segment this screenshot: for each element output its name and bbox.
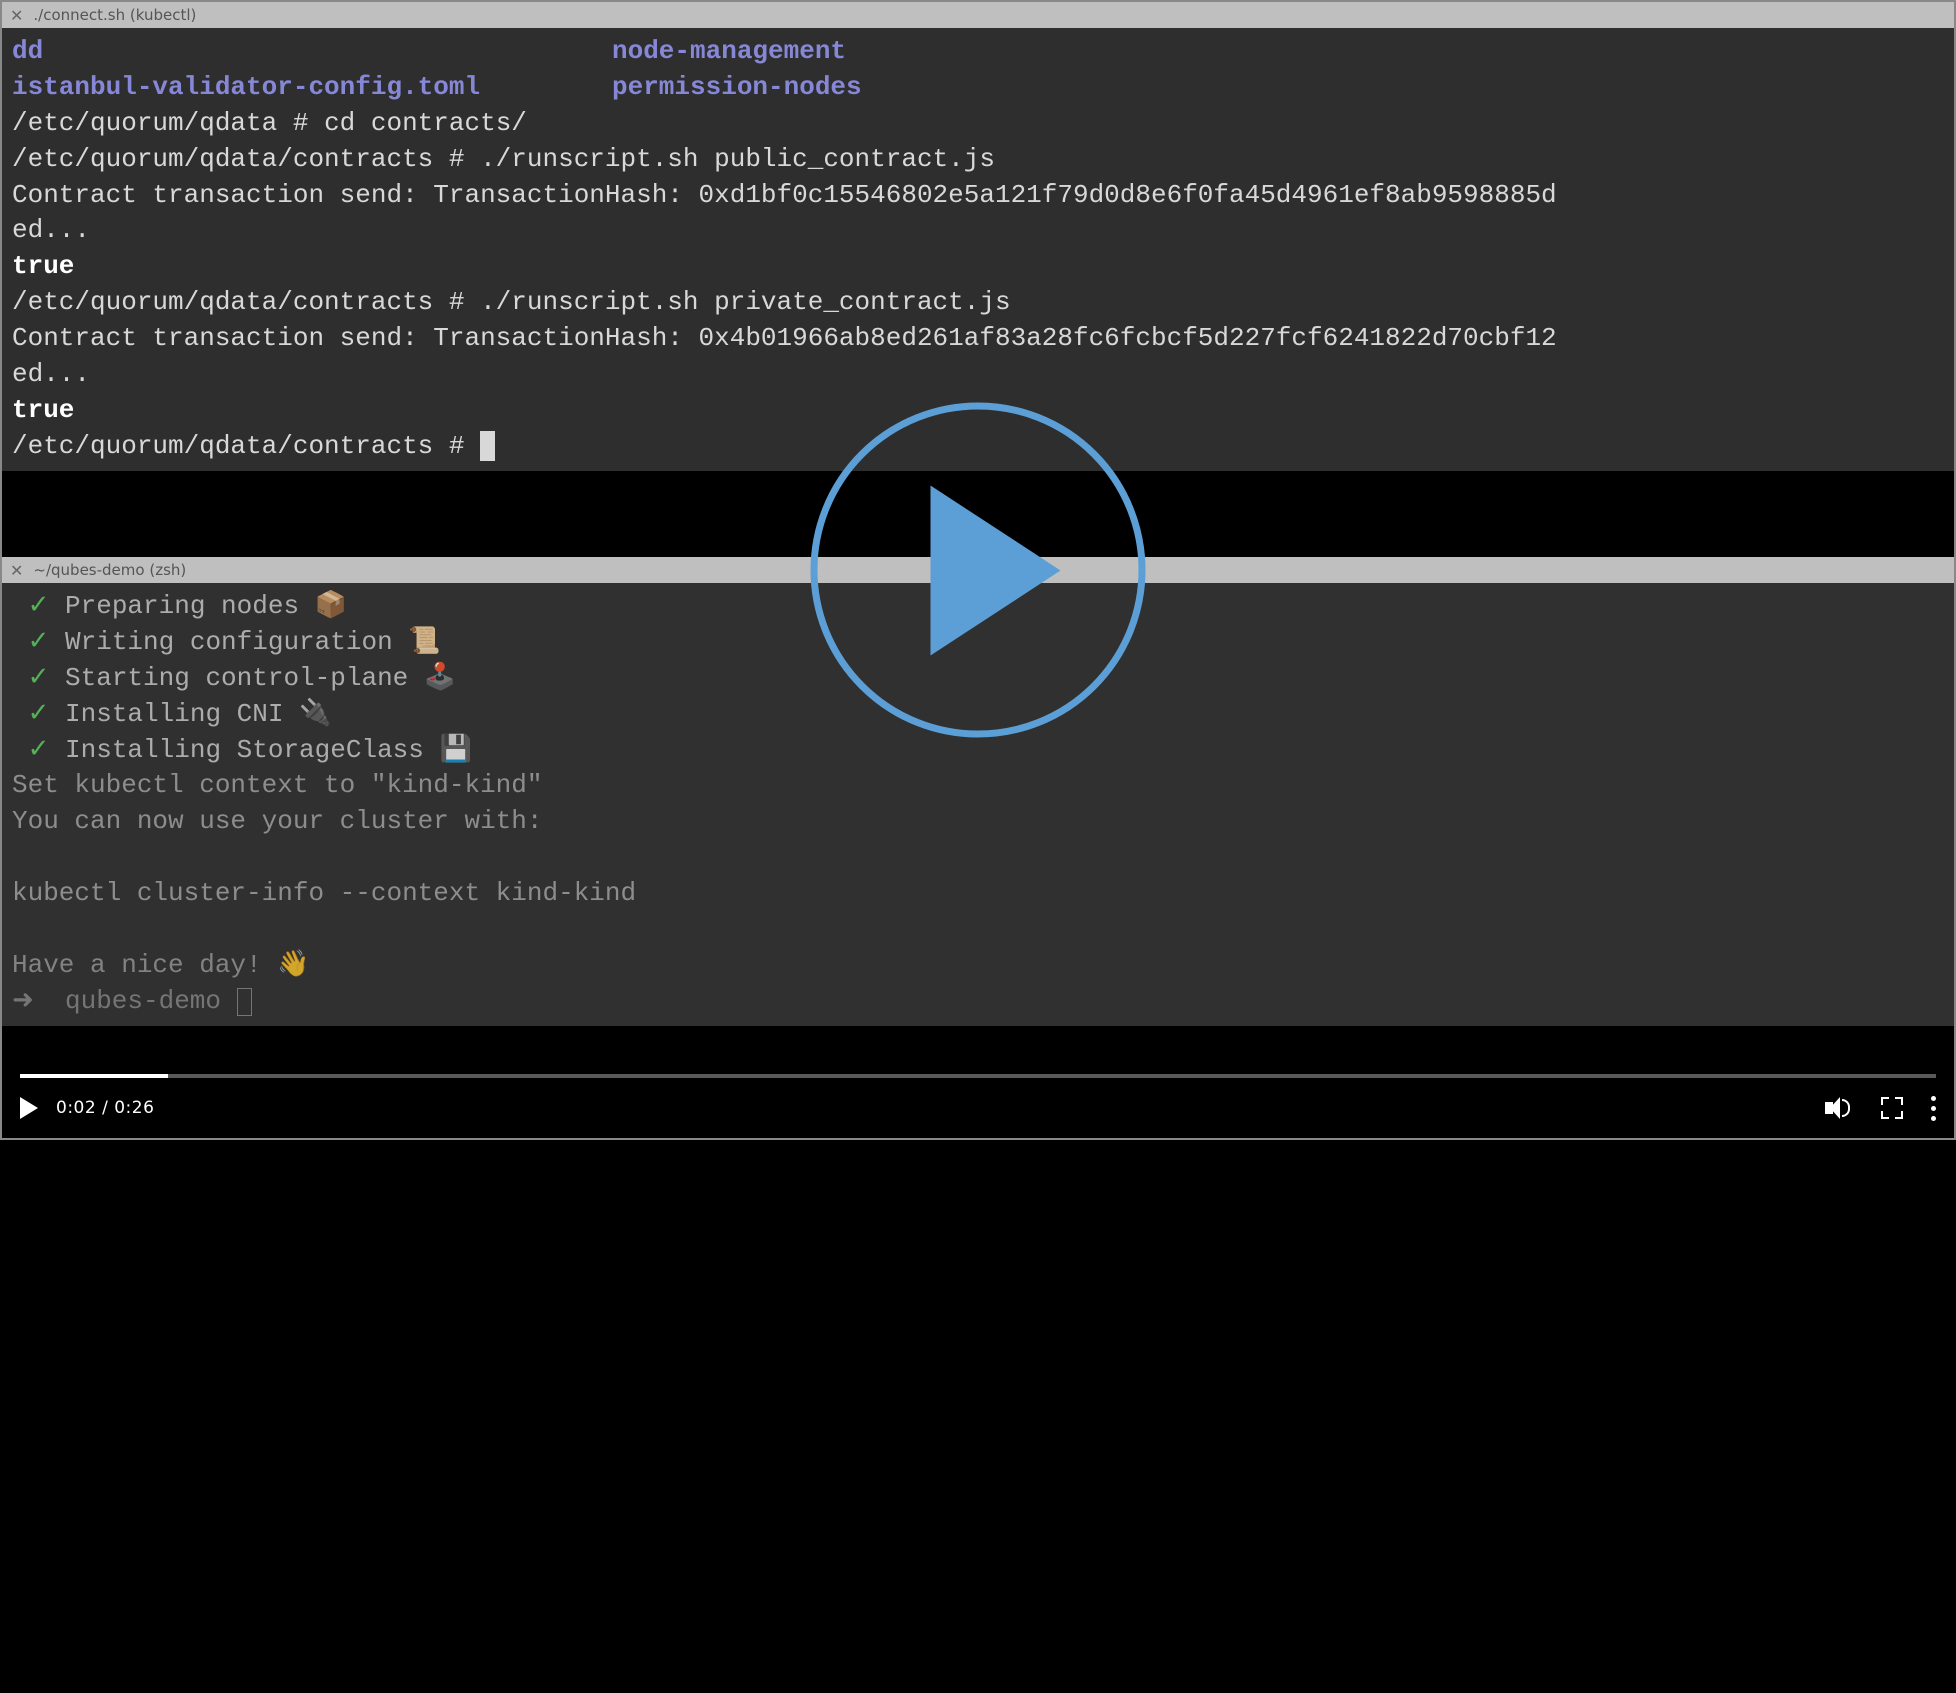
output-line: ed... (12, 359, 90, 389)
prompt: /etc/quorum/qdata/contracts # (12, 287, 480, 317)
dir-item: dd (12, 34, 612, 70)
disk-icon: 💾 (439, 735, 471, 765)
command-text: cd contracts/ (324, 108, 527, 138)
check-icon: ✓ (28, 735, 50, 765)
package-icon: 📦 (315, 591, 347, 621)
step-text: Installing StorageClass (65, 735, 439, 765)
prompt: /etc/quorum/qdata/contracts # (12, 144, 480, 174)
prompt: /etc/quorum/qdata/contracts # (12, 431, 480, 461)
output-line: Contract transaction send: TransactionHa… (12, 180, 1557, 210)
close-icon[interactable]: ✕ (10, 6, 23, 25)
dir-item: node-management (612, 34, 846, 70)
dir-item: permission-nodes (612, 70, 862, 106)
lower-terminal-title: ~/qubes-demo (zsh) (33, 561, 186, 579)
prompt: /etc/quorum/qdata # (12, 108, 324, 138)
scroll-icon: 📜 (408, 627, 440, 657)
output-line: Have a nice day! 👋 (12, 950, 310, 980)
video-player[interactable]: ✕ ./connect.sh (kubectl) ddnode-manageme… (0, 0, 1956, 1140)
play-small-button[interactable] (20, 1097, 38, 1119)
output-line: Contract transaction send: TransactionHa… (12, 323, 1557, 353)
check-icon: ✓ (28, 663, 50, 693)
output-true: true (12, 395, 74, 425)
output-line: kubectl cluster-info --context kind-kind (12, 878, 636, 908)
cursor-icon (480, 431, 495, 461)
prompt: ➜ qubes-demo (12, 986, 237, 1016)
output-line: You can now use your cluster with: (12, 806, 543, 836)
fullscreen-button[interactable] (1881, 1097, 1903, 1119)
play-icon (931, 485, 1061, 655)
cursor-icon (237, 988, 252, 1016)
video-time-display: 0:02 / 0:26 (56, 1098, 154, 1118)
output-line: ed... (12, 215, 90, 245)
command-text: ./runscript.sh private_contract.js (480, 287, 1011, 317)
more-options-button[interactable] (1931, 1096, 1936, 1121)
step-text: Starting control-plane (65, 663, 424, 693)
step-text: Installing CNI (65, 699, 299, 729)
video-controls-bar: 0:02 / 0:26 (2, 1078, 1954, 1138)
step-text: Preparing nodes (65, 591, 315, 621)
volume-button[interactable] (1825, 1096, 1853, 1120)
check-icon: ✓ (28, 591, 50, 621)
close-icon[interactable]: ✕ (10, 561, 23, 580)
play-button[interactable] (811, 403, 1146, 738)
command-text: ./runscript.sh public_contract.js (480, 144, 995, 174)
check-icon: ✓ (28, 627, 50, 657)
check-icon: ✓ (28, 699, 50, 729)
dir-item: istanbul-validator-config.toml (12, 70, 612, 106)
joystick-icon: 🕹️ (424, 663, 456, 693)
step-text: Writing configuration (65, 627, 408, 657)
plug-icon: 🔌 (299, 699, 331, 729)
upper-terminal-title: ./connect.sh (kubectl) (33, 6, 196, 24)
upper-terminal-titlebar: ✕ ./connect.sh (kubectl) (2, 2, 1954, 28)
output-line: Set kubectl context to "kind-kind" (12, 770, 543, 800)
output-true: true (12, 251, 74, 281)
